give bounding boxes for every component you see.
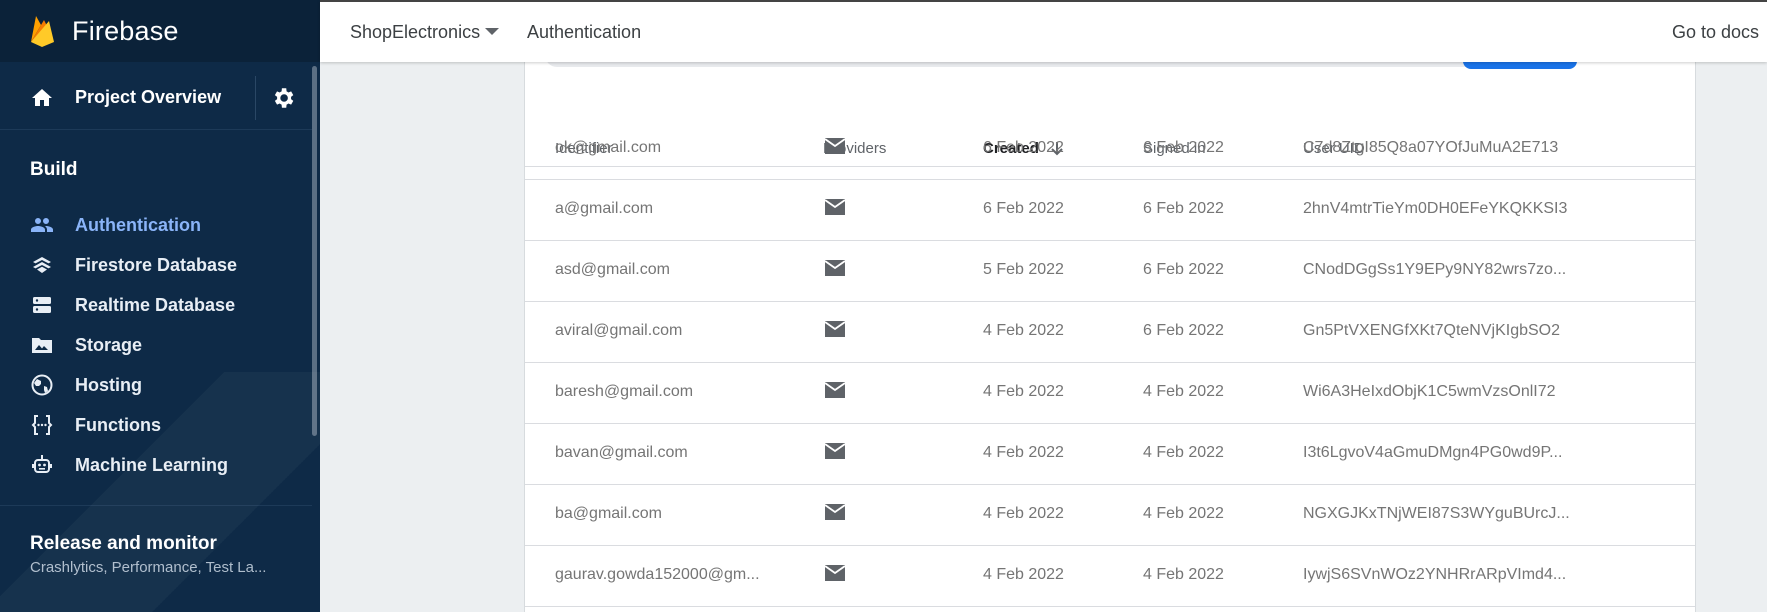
release-monitor-title[interactable]: Release and monitor <box>30 533 217 555</box>
sidebar-item-firestore[interactable]: Firestore Database <box>0 245 312 285</box>
created-cell: 4 Feb 2022 <box>983 383 1064 400</box>
sidebar-scrollbar[interactable] <box>312 66 317 436</box>
sidebar-item-label: Machine Learning <box>75 455 229 475</box>
brand-header[interactable]: Firebase <box>0 0 320 62</box>
sidebar-item-machine-learning[interactable]: Machine Learning <box>0 445 312 485</box>
sidebar-item-label: Hosting <box>75 375 142 395</box>
created-cell: 4 Feb 2022 <box>983 505 1064 522</box>
table-row[interactable]: baresh@gmail.com 4 Feb 2022 4 Feb 2022 W… <box>525 363 1695 424</box>
sidebar: Firebase Project Overview Build Authenti… <box>0 0 320 612</box>
signed-in-cell: 4 Feb 2022 <box>1143 383 1224 400</box>
build-section-title[interactable]: Build <box>30 159 78 181</box>
email-icon <box>824 321 846 337</box>
email-icon <box>824 138 846 154</box>
sidebar-item-functions[interactable]: Functions <box>0 405 312 445</box>
table-row[interactable]: aviral@gmail.com 4 Feb 2022 6 Feb 2022 G… <box>525 302 1695 363</box>
uid-cell: Wi6A3HeIxdObjK1C5wmVzsOnlI72 <box>1303 383 1556 400</box>
table-row[interactable]: gaurav.gowda152000@gm... 4 Feb 2022 4 Fe… <box>525 546 1695 607</box>
uid-cell: NGXGJKxTNjWEI87S3WYguBUrcJ... <box>1303 505 1570 522</box>
people-icon <box>31 218 53 232</box>
project-overview-row: Project Overview <box>0 66 312 130</box>
table-row[interactable]: asd@gmail.com 5 Feb 2022 6 Feb 2022 CNod… <box>525 241 1695 302</box>
signed-in-cell: 4 Feb 2022 <box>1143 505 1224 522</box>
home-icon[interactable] <box>30 86 54 110</box>
firebase-logo-icon <box>31 16 54 47</box>
chevron-down-icon[interactable] <box>485 28 499 35</box>
table-row[interactable]: a@gmail.com 6 Feb 2022 6 Feb 2022 2hnV4m… <box>525 180 1695 241</box>
identifier-cell: aviral@gmail.com <box>555 322 683 339</box>
project-overview-link[interactable]: Project Overview <box>75 87 221 108</box>
release-monitor-subtitle: Crashlytics, Performance, Test La... <box>30 559 267 576</box>
identifier-cell: baresh@gmail.com <box>555 383 694 400</box>
uid-cell: C7d8ZtgI85Q8a07YOfJuMuA2E713 <box>1303 139 1559 156</box>
identifier-cell: gaurav.gowda152000@gm... <box>555 566 760 583</box>
robot-icon <box>32 455 52 473</box>
breadcrumb: Authentication <box>527 22 642 42</box>
table-row[interactable]: ok@gmail.com 6 Feb 2022 6 Feb 2022 C7d8Z… <box>525 119 1695 180</box>
sidebar-item-storage[interactable]: Storage <box>0 325 312 365</box>
email-icon <box>824 565 846 581</box>
overview-divider <box>255 76 256 120</box>
gear-icon[interactable] <box>270 85 296 111</box>
brand-name: Firebase <box>72 16 179 46</box>
signed-in-cell: 6 Feb 2022 <box>1143 139 1224 156</box>
created-cell: 5 Feb 2022 <box>983 261 1064 278</box>
email-icon <box>824 260 846 276</box>
identifier-cell: ba@gmail.com <box>555 505 662 522</box>
sidebar-item-label: Realtime Database <box>75 295 236 315</box>
identifier-cell: ok@gmail.com <box>555 139 662 156</box>
functions-icon <box>31 415 53 435</box>
sidebar-item-label: Storage <box>75 335 143 355</box>
uid-cell: IywjS6SVnWOz2YNHRrARpVImd4... <box>1303 566 1567 583</box>
table-row[interactable]: bavan@gmail.com 4 Feb 2022 4 Feb 2022 I3… <box>525 424 1695 485</box>
top-bar: ShopElectronics Authentication Go to doc… <box>320 0 1767 62</box>
sidebar-item-hosting[interactable]: Hosting <box>0 365 312 405</box>
created-cell: 4 Feb 2022 <box>983 322 1064 339</box>
identifier-cell: asd@gmail.com <box>555 261 670 278</box>
sidebar-item-label: Functions <box>75 415 161 435</box>
identifier-cell: bavan@gmail.com <box>555 444 688 461</box>
globe-icon <box>31 374 53 396</box>
signed-in-cell: 6 Feb 2022 <box>1143 261 1224 278</box>
sidebar-item-realtime-database[interactable]: Realtime Database <box>0 285 312 325</box>
photo-folder-icon <box>32 338 52 353</box>
sidebar-item-label: Authentication <box>75 215 201 235</box>
sidebar-item-authentication[interactable]: Authentication <box>0 205 312 245</box>
project-selector[interactable]: ShopElectronics <box>350 22 480 43</box>
created-cell: 4 Feb 2022 <box>983 444 1064 461</box>
signed-in-cell: 6 Feb 2022 <box>1143 322 1224 339</box>
signed-in-cell: 4 Feb 2022 <box>1143 566 1224 583</box>
go-to-docs-link[interactable]: Go to docs <box>1672 22 1759 43</box>
uid-cell: 2hnV4mtrTieYm0DH0EFeYKQKKSI3 <box>1303 200 1568 217</box>
identifier-cell: a@gmail.com <box>555 200 654 217</box>
signed-in-cell: 4 Feb 2022 <box>1143 444 1224 461</box>
firestore-icon <box>33 257 51 273</box>
email-icon <box>824 443 846 459</box>
email-icon <box>824 382 846 398</box>
users-table-card: Identifier Providers Created Signed in U… <box>524 48 1696 612</box>
sidebar-divider <box>0 505 312 506</box>
uid-cell: I3t6LgvoV4aGmuDMgn4PG0wd9P... <box>1303 444 1563 461</box>
database-icon <box>33 297 51 313</box>
created-cell: 4 Feb 2022 <box>983 566 1064 583</box>
email-icon <box>824 504 846 520</box>
signed-in-cell: 6 Feb 2022 <box>1143 200 1224 217</box>
created-cell: 6 Feb 2022 <box>983 200 1064 217</box>
sidebar-item-label: Firestore Database <box>75 255 238 275</box>
uid-cell: Gn5PtVXENGfXKt7QteNVjKIgbSO2 <box>1303 322 1561 339</box>
uid-cell: CNodDGgSs1Y9EPy9NY82wrs7zo... <box>1303 261 1567 278</box>
created-cell: 6 Feb 2022 <box>983 139 1064 156</box>
email-icon <box>824 199 846 215</box>
table-row[interactable]: ba@gmail.com 4 Feb 2022 4 Feb 2022 NGXGJ… <box>525 485 1695 546</box>
